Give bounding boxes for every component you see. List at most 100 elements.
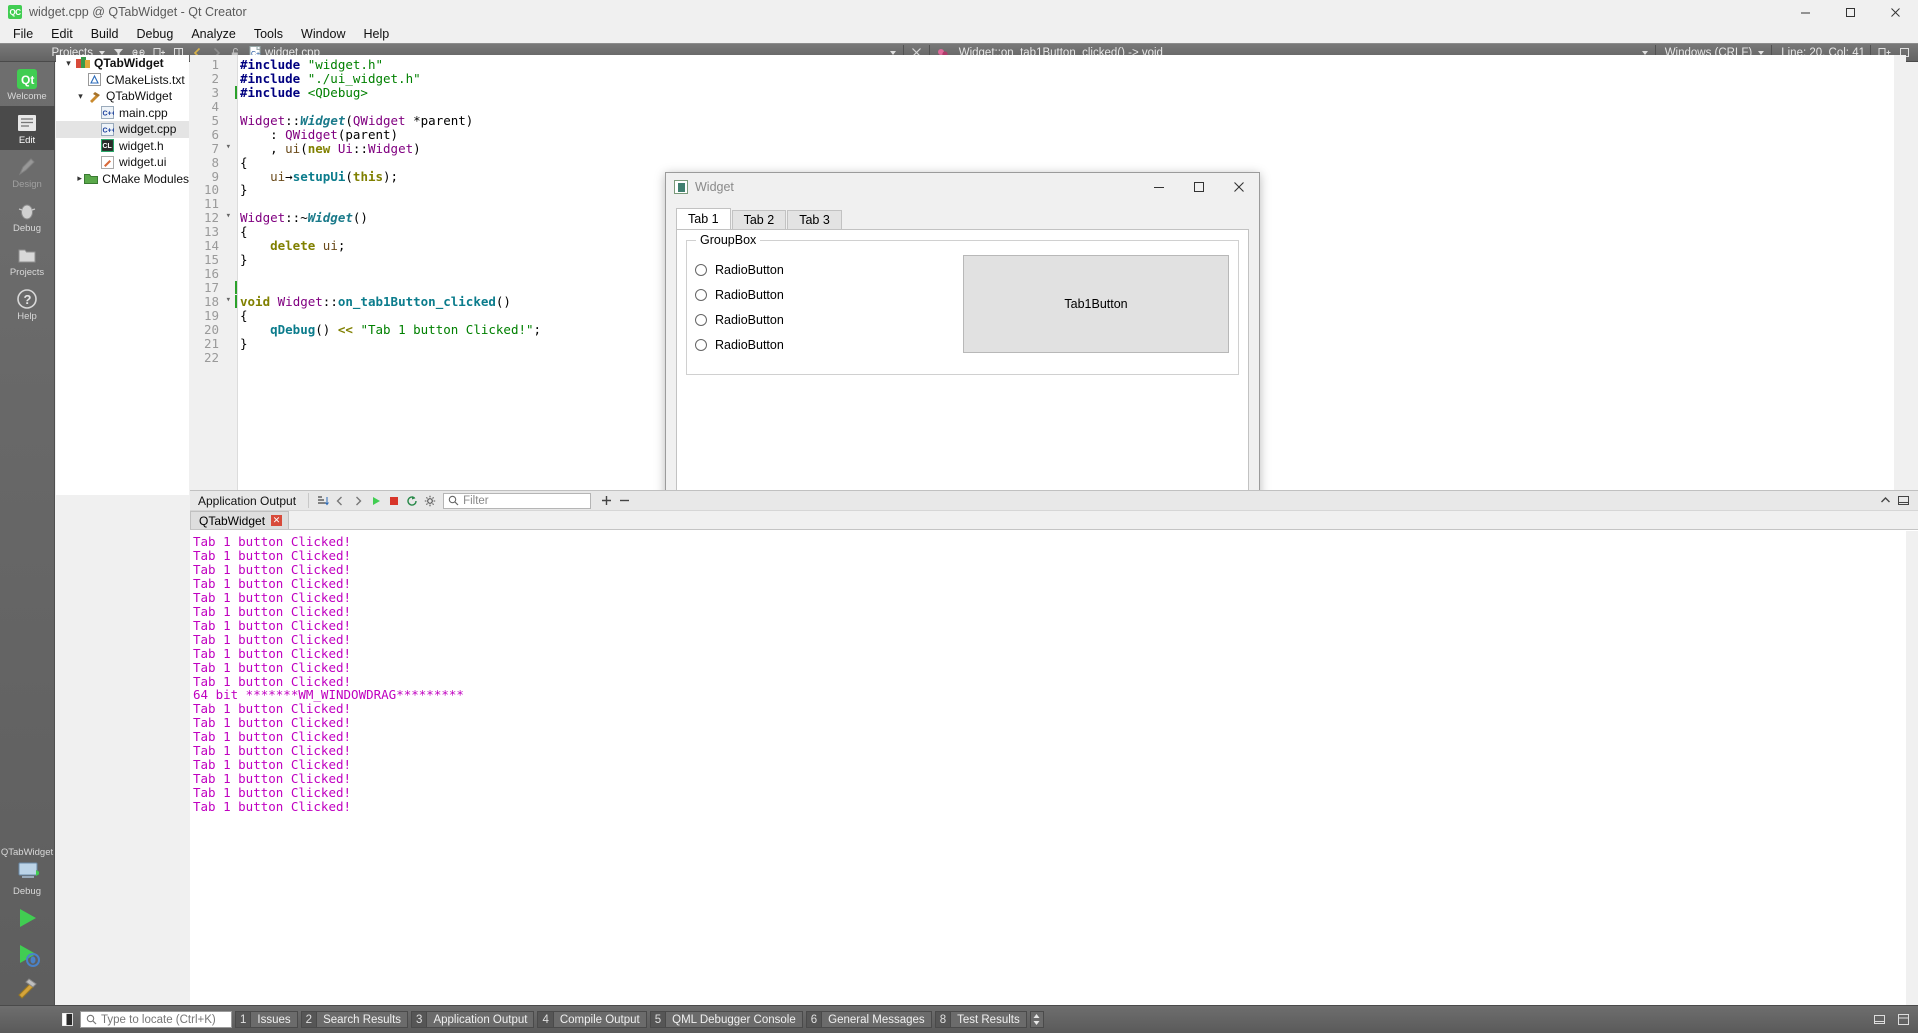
tree-item-main-cpp[interactable]: C++ main.cpp (56, 105, 189, 122)
statusbar-tab-qml-debugger-console[interactable]: 5 QML Debugger Console (649, 1011, 803, 1028)
mode-design[interactable]: Design (0, 150, 55, 194)
tab-name: Application Output (426, 1011, 535, 1028)
output-vertical-scrollbar[interactable] (1906, 531, 1918, 1005)
chevron-right-icon[interactable]: ▸ (76, 173, 83, 184)
next-item-icon[interactable] (349, 492, 367, 510)
start-debugging-icon[interactable] (0, 937, 55, 971)
output-line: Tab 1 button Clicked! (193, 547, 352, 563)
minus-icon[interactable] (615, 492, 633, 510)
locator-input[interactable]: Type to locate (Ctrl+K) (80, 1011, 232, 1028)
statusbar-tab-compile-output[interactable]: 4 Compile Output (537, 1011, 647, 1028)
output-pane-title: Application Output (198, 493, 297, 508)
statusbar-tab-search-results[interactable]: 2 Search Results (300, 1011, 409, 1028)
chevron-down-icon[interactable]: ▾ (74, 91, 87, 102)
qt-creator-logo-icon: QC (8, 5, 22, 19)
statusbar-tab-test-results[interactable]: 8 Test Results (934, 1011, 1027, 1028)
tab-1[interactable]: Tab 1 (676, 208, 731, 229)
mode-projects[interactable]: Projects (0, 238, 55, 282)
mode-welcome[interactable]: Qt Welcome (0, 62, 55, 106)
editor-gutter[interactable]: 1 2 3 4 5 6 7 ▾ 8 9 10 11 12 ▾ 13 14 15 16 17 18 ▾ 19 20 21 22 (190, 55, 238, 495)
tree-item-widget-cpp[interactable]: C++ widget.cpp (56, 121, 189, 138)
editor-vertical-scrollbar[interactable] (1894, 55, 1906, 495)
document-list-chevron-icon[interactable] (889, 50, 896, 55)
menu-build[interactable]: Build (82, 25, 128, 43)
tab1-button[interactable]: Tab1Button (963, 255, 1229, 353)
output-line: Tab 1 button Clicked! (193, 631, 352, 647)
menu-window[interactable]: Window (292, 25, 354, 43)
widget-dialog[interactable]: Widget Tab 1 Tab 2 Tab 3 GroupBox RadioB… (665, 172, 1260, 514)
radio-button-3[interactable]: RadioButton (695, 307, 784, 332)
tree-item-qtabwidget-target[interactable]: ▾ QTabWidget (56, 88, 189, 105)
sort-icon[interactable] (313, 492, 331, 510)
reload-icon[interactable] (403, 492, 421, 510)
run-icon[interactable] (367, 492, 385, 510)
filter-input[interactable]: Filter (443, 492, 592, 509)
menu-file[interactable]: File (4, 25, 42, 43)
dialog-maximize-icon[interactable] (1179, 173, 1219, 201)
output-text[interactable]: Tab 1 button Clicked! Tab 1 button Clicke… (190, 531, 1906, 1005)
statusbar-tab-application-output[interactable]: 3 Application Output (411, 1011, 535, 1028)
radio-button-2[interactable]: RadioButton (695, 282, 784, 307)
build-hammer-icon[interactable] (0, 971, 55, 1005)
maximize-icon[interactable] (1828, 0, 1873, 24)
tab-number: 8 (934, 1011, 951, 1028)
menu-debug[interactable]: Debug (128, 25, 183, 43)
stop-icon[interactable] (385, 492, 403, 510)
project-tree[interactable]: ▾ QTabWidget CMakeLists.txt ▾ QTabWidget… (56, 55, 189, 495)
close-icon[interactable] (1873, 0, 1918, 24)
chevron-down-icon[interactable]: ▾ (62, 58, 75, 69)
tree-item-qtabwidget-project[interactable]: ▾ QTabWidget (56, 55, 189, 72)
menu-help[interactable]: Help (354, 25, 398, 43)
tree-item-widget-h[interactable]: CL widget.h (56, 138, 189, 155)
dialog-titlebar[interactable]: Widget (666, 173, 1259, 201)
menubar: File Edit Build Debug Analyze Tools Wind… (0, 24, 1918, 43)
maximize-pane-icon[interactable] (1876, 492, 1894, 510)
output-tab-qtabwidget[interactable]: QTabWidget ✕ (190, 511, 290, 529)
debug-mode-icon (16, 199, 39, 222)
mode-debug[interactable]: Debug (0, 194, 55, 238)
menu-edit[interactable]: Edit (42, 25, 82, 43)
statusbar-tab-issues[interactable]: 1 Issues (235, 1011, 298, 1028)
radio-button-1[interactable]: RadioButton (695, 257, 784, 282)
tab-2[interactable]: Tab 2 (731, 210, 787, 229)
stop-close-icon[interactable]: ✕ (271, 515, 283, 526)
radio-button-4[interactable]: RadioButton (695, 332, 784, 357)
menu-tools[interactable]: Tools (245, 25, 292, 43)
widget-app-icon (674, 180, 688, 194)
close-pane-icon[interactable] (1894, 492, 1912, 510)
prev-item-icon[interactable] (331, 492, 349, 510)
kit-selector[interactable]: QTabWidget Debug (0, 842, 55, 899)
run-icon[interactable] (0, 899, 55, 937)
radio-label: RadioButton (715, 337, 784, 352)
tree-item-widget-ui[interactable]: widget.ui (56, 154, 189, 171)
radio-label: RadioButton (715, 287, 784, 302)
mode-edit[interactable]: Edit (0, 106, 55, 150)
tree-item-cmakelists[interactable]: CMakeLists.txt (56, 72, 189, 89)
dialog-minimize-icon[interactable] (1139, 173, 1179, 201)
qt-creator-window: QC widget.cpp @ QTabWidget - Qt Creator … (0, 0, 1918, 1033)
line-ending-chevron-icon[interactable] (1758, 50, 1765, 55)
tab-3[interactable]: Tab 3 (787, 210, 842, 229)
output-line: Tab 1 button Clicked! (193, 617, 352, 633)
dialog-close-icon[interactable] (1219, 173, 1259, 201)
menu-analyze[interactable]: Analyze (182, 25, 244, 43)
maximize-output-icon[interactable] (1894, 1011, 1912, 1029)
chevron-down-icon[interactable] (99, 50, 105, 55)
spin-updown-icon[interactable] (1029, 1011, 1044, 1028)
current-line-marker (235, 295, 237, 309)
settings-icon[interactable] (421, 492, 439, 510)
svg-text:Qt: Qt (21, 73, 34, 87)
progress-details-icon[interactable] (1870, 1011, 1888, 1029)
tree-item-cmake-modules[interactable]: ▸ CMake Modules (56, 171, 189, 188)
output-line: Tab 1 button Clicked! (193, 729, 352, 745)
plus-icon[interactable] (597, 492, 615, 510)
tab-number: 3 (411, 1011, 427, 1028)
mode-help-label: Help (17, 311, 37, 322)
mode-help[interactable]: ? Help (0, 282, 55, 326)
symbol-list-chevron-icon[interactable] (1641, 50, 1648, 55)
output-line: Tab 1 button Clicked! (193, 673, 352, 689)
statusbar-tab-general-messages[interactable]: 6 General Messages (805, 1011, 932, 1028)
minimize-icon[interactable] (1783, 0, 1828, 24)
locator-placeholder: Type to locate (Ctrl+K) (101, 1013, 216, 1026)
toggle-sidebar-icon[interactable] (56, 1011, 78, 1028)
